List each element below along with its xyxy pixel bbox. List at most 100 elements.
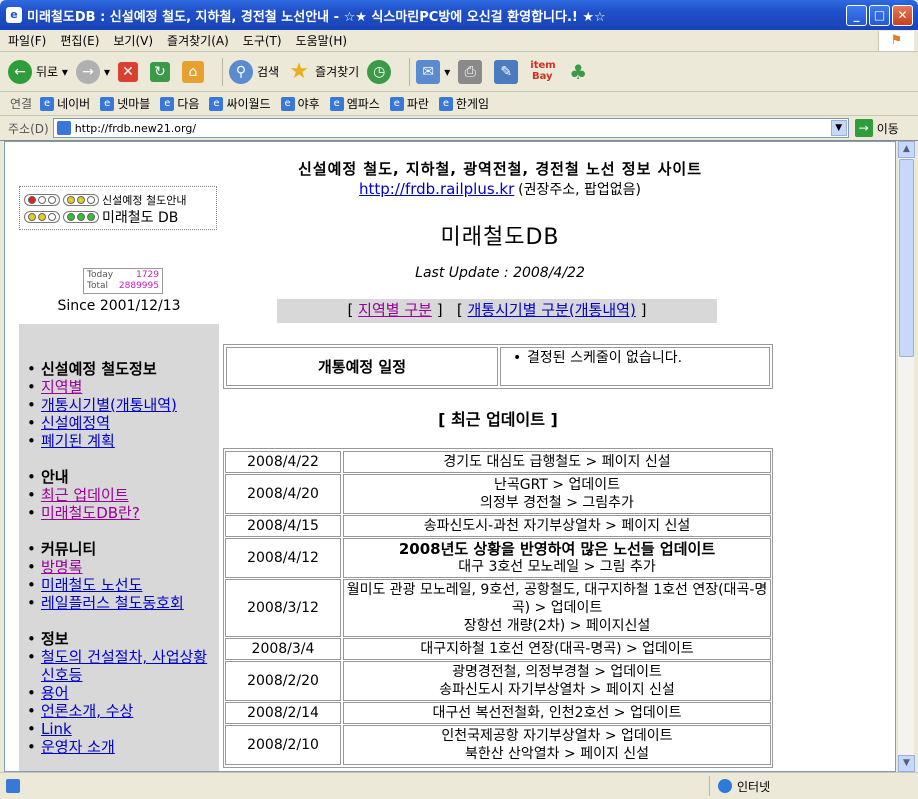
sidebar-heading: 커뮤니티 [41, 540, 97, 558]
stop-button[interactable]: ✕ [117, 61, 142, 82]
links-bar: 연결 e 네이버 e 넷마블 e 다음 e 싸이월드 e 야후 e 엠파스 e 파란 e 한게임 [0, 92, 918, 116]
sidebar-link[interactable]: 언론소개, 수상 [41, 702, 133, 720]
mail-button[interactable]: ✉ ▾ [416, 59, 450, 84]
sidebar-link[interactable]: 용어 [41, 684, 69, 702]
table-row: 2008/4/12 2008년도 상황을 반영하여 많은 노선들 업데이트 대구 3… [225, 538, 771, 578]
printer-icon: ⎙ [458, 59, 483, 84]
table-row: 2008/4/20 난곡GRT > 업데이트 의정부 경전철 > 그림추가 [225, 474, 771, 514]
menu-bar: 파일(F) 편집(E) 보기(V) 즐겨찾기(A) 도구(T) 도움말(H) [0, 30, 918, 52]
link-cyworld[interactable]: e 싸이월드 [209, 95, 271, 112]
toolbar-separator [221, 57, 223, 86]
link-empas[interactable]: e 엠파스 [329, 95, 380, 112]
vertical-scrollbar[interactable]: ▲ ▼ [897, 141, 915, 772]
favorites-button[interactable]: ★ 즐겨찾기 [287, 59, 359, 84]
signal-lamp-icon [24, 193, 60, 206]
minimize-button[interactable]: _ [846, 5, 867, 26]
sidebar-link[interactable]: 개통시기별(개통내역) [41, 396, 177, 414]
mail-icon: ✉ [416, 59, 441, 84]
sidebar-link[interactable]: 최근 업데이트 [41, 486, 129, 504]
scroll-thumb[interactable] [899, 159, 914, 357]
page-icon [56, 121, 71, 135]
itembay-button[interactable]: item Bay [530, 60, 558, 84]
recent-updates-heading: [ 최근 업데이트 ] [438, 410, 558, 429]
sidebar-link[interactable]: 폐기된 계획 [41, 432, 115, 450]
last-update: Last Update : 2008/4/22 [415, 265, 585, 281]
link-paran[interactable]: e 파란 [389, 95, 429, 112]
page-icon: e [40, 96, 55, 111]
menu-favorites[interactable]: 즐겨찾기(A) [167, 32, 229, 49]
site-logo[interactable]: 신설예정 철도안내 미래철도 DB [19, 186, 217, 230]
sidebar-link[interactable]: 미래철도DB란? [41, 504, 140, 522]
home-button[interactable]: ⌂ [181, 60, 208, 83]
since-date: Since 2001/12/13 [57, 298, 181, 314]
link-netmarble[interactable]: e 넷마블 [100, 95, 150, 112]
address-bar: 주소(D) http://frdb.new21.org/ ▼ → 이동 [0, 116, 918, 141]
sidebar-link[interactable]: Link [41, 720, 72, 738]
sidebar-link[interactable]: 철도의 건설절차, 사업상황 신호등 [41, 648, 207, 684]
site-heading: 신설예정 철도, 지하철, 광역전철, 경전철 노선 정보 사이트 [297, 160, 703, 178]
refresh-icon: ↻ [149, 61, 170, 82]
menu-view[interactable]: 보기(V) [113, 32, 153, 49]
address-dropdown-button[interactable]: ▼ [830, 120, 847, 136]
back-arrow-icon: ← [8, 59, 32, 84]
site-url-link[interactable]: http://frdb.railplus.kr [359, 180, 514, 198]
back-button[interactable]: ← 뒤로 ▾ [8, 59, 68, 84]
signal-lamp-icon [63, 193, 99, 206]
links-label: 연결 [10, 97, 33, 111]
table-row: 2008/4/22 경기도 대심도 급행철도 > 페이지 신설 [225, 451, 771, 473]
link-yahoo[interactable]: e 야후 [280, 95, 320, 112]
table-row: 2008/3/12 월미도 관광 모노레일, 9호선, 공항철도, 대구지하철 1… [225, 579, 771, 637]
title-bar: e 미래철도DB : 신설예정 철도, 지하철, 경전철 노선안내 - ☆★ 식… [0, 0, 918, 30]
maximize-button[interactable]: □ [869, 5, 890, 26]
table-row: 2008/2/14 대구선 복선전철화, 인천2호선 > 업데이트 [225, 702, 771, 724]
status-bar: 인터넷 [0, 772, 918, 799]
stop-icon: ✕ [117, 61, 138, 82]
go-arrow-icon: → [854, 119, 873, 137]
history-button[interactable]: ◷ [367, 59, 395, 84]
schedule-value: 결정된 스케줄이 없습니다. [500, 347, 770, 386]
menu-help[interactable]: 도움말(H) [296, 32, 348, 49]
sidebar: 신설예정 철도정보 지역별 개통시기별(개통내역) 신설예정역 폐기된 계획 안… [19, 324, 219, 771]
address-input[interactable]: http://frdb.new21.org/ ▼ [52, 118, 849, 138]
sidebar-link[interactable]: 신설예정역 [41, 414, 110, 432]
nav-period-link[interactable]: 개통시기별 구분(개통내역) [468, 301, 636, 319]
schedule-label: 개통예정 일정 [226, 347, 498, 386]
signal-lamp-icon [24, 210, 60, 223]
go-button[interactable]: → 이동 [854, 119, 899, 137]
category-nav: [ 지역별 구분 ] [ 개통시기별 구분(개통내역) ] [277, 299, 717, 323]
link-daum[interactable]: e 다음 [160, 95, 199, 112]
page-icon: e [389, 96, 404, 111]
close-button[interactable]: ✕ [892, 5, 913, 26]
edit-button[interactable]: ✎ [494, 59, 522, 84]
scroll-up-button[interactable]: ▲ [898, 141, 915, 158]
toolbar: ← 뒤로 ▾ → ▾ ✕ ↻ ⌂ ⚲ 검색 ★ 즐겨찾기 ◷ ✉ ▾ ⎙ ✎ item Ba… [0, 52, 918, 92]
messenger-button[interactable]: ♣ [566, 60, 594, 84]
nav-region-link[interactable]: 지역별 구분 [358, 301, 432, 319]
sidebar-link[interactable]: 레일플러스 철도동호회 [41, 594, 184, 612]
globe-icon [718, 779, 732, 793]
menu-file[interactable]: 파일(F) [8, 32, 46, 49]
print-button[interactable]: ⎙ [458, 59, 486, 84]
history-icon: ◷ [367, 59, 392, 84]
sidebar-link[interactable]: 지역별 [41, 378, 82, 396]
sidebar-link[interactable]: 미래철도 노선도 [41, 576, 142, 594]
scroll-down-button[interactable]: ▼ [898, 755, 915, 772]
ie-icon: e [6, 7, 22, 23]
security-zone: 인터넷 [718, 778, 770, 795]
sidebar-link[interactable]: 방명록 [41, 558, 82, 576]
link-hangame[interactable]: e 한게임 [438, 95, 489, 112]
sidebar-link[interactable]: 운영자 소개 [41, 738, 115, 756]
link-naver[interactable]: e 네이버 [40, 95, 90, 112]
search-button[interactable]: ⚲ 검색 [228, 59, 279, 84]
window-title: 미래철도DB : 신설예정 철도, 지하철, 경전철 노선안내 - ☆★ 식스마… [27, 9, 606, 25]
page-icon: e [280, 96, 295, 111]
menu-edit[interactable]: 편집(E) [60, 32, 99, 49]
refresh-button[interactable]: ↻ [149, 61, 174, 82]
schedule-table: 개통예정 일정 결정된 스케줄이 없습니다. [223, 344, 773, 389]
table-row: 2008/4/15 송파신도시-과천 자기부상열차 > 페이지 신설 [225, 515, 771, 537]
page-content: 신설예정 철도안내 미래철도 DB Today 1729 Total 2889995… [4, 141, 896, 772]
sidebar-heading: 정보 [41, 630, 69, 648]
forward-button[interactable]: → ▾ [75, 59, 110, 84]
page-icon: e [160, 96, 175, 111]
menu-tools[interactable]: 도구(T) [243, 32, 282, 49]
